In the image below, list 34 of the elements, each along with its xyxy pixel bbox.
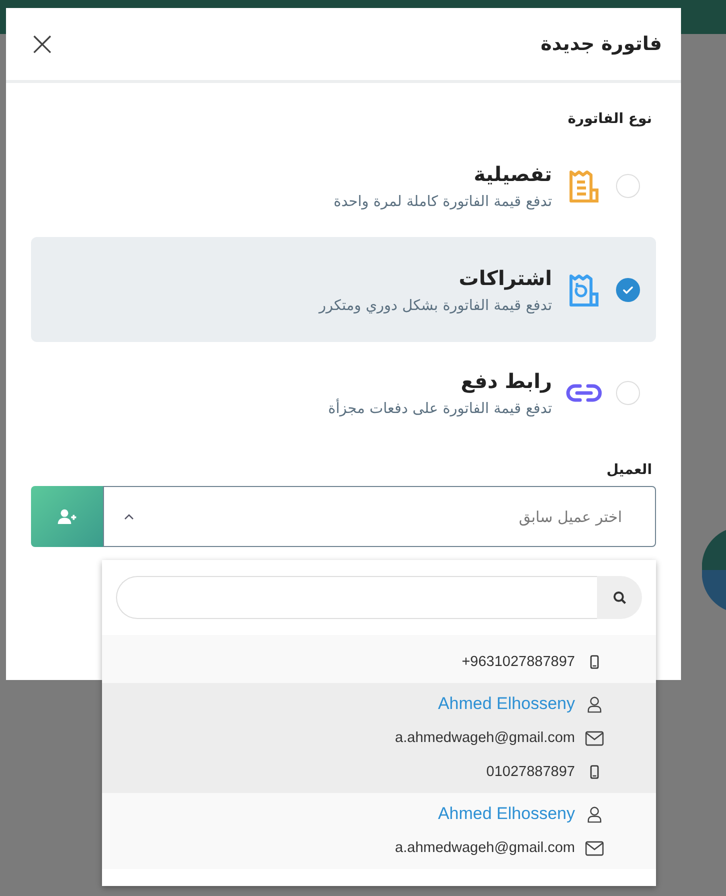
field-label: العميل <box>605 462 653 478</box>
user-icon <box>585 696 604 712</box>
client-name: Ahmed Elhosseny <box>438 694 575 714</box>
envelope-icon <box>585 840 604 856</box>
client-select[interactable]: اختر عميل سابق <box>103 486 656 547</box>
caret-icon <box>124 514 134 520</box>
radio-button[interactable] <box>616 278 640 302</box>
dialog-title: فاتورة جديدة <box>540 33 662 55</box>
option-title: رابط دفع <box>460 369 552 393</box>
add-client-button[interactable] <box>31 486 103 547</box>
client-email: a.ahmedwageh@gmail.com <box>395 840 575 856</box>
search-icon <box>612 590 626 604</box>
option-description: تدفع قيمة الفاتورة على دفعات مجزأة <box>328 401 552 417</box>
search-field[interactable] <box>116 576 597 619</box>
client-list-item[interactable]: Ahmed Elhosseny a.ahmedwageh@gmail.com 01027887897 <box>102 683 656 793</box>
option-title: تفصيلية <box>474 162 552 186</box>
client-name: Ahmed Elhosseny <box>438 804 575 824</box>
option-title: اشتراكات <box>458 266 552 290</box>
client-list-item[interactable]: +9631027887897 <box>102 635 656 683</box>
invoice-type-option[interactable]: رابط دفع تدفع قيمة الفاتورة على دفعات مجزأة <box>31 358 656 428</box>
client-email: a.ahmedwageh@gmail.com <box>395 730 575 746</box>
invoice-type-option[interactable]: تفصيلية تدفع قيمة الفاتورة كاملة لمرة واحدة <box>31 151 656 221</box>
add-user-icon <box>57 508 77 525</box>
client-list-item[interactable]: Ahmed Elhosseny a.ahmedwageh@gmail.com <box>102 793 656 869</box>
field-label: نوع الفاتورة <box>566 111 653 127</box>
client-phone: +9631027887897 <box>462 654 575 670</box>
option-description: تدفع قيمة الفاتورة كاملة لمرة واحدة <box>334 194 552 210</box>
envelope-icon <box>585 730 604 746</box>
client-phone: 01027887897 <box>486 764 575 780</box>
user-icon <box>585 806 604 822</box>
invoice-type-option[interactable]: اشتراكات تدفع قيمة الفاتورة بشكل دوري ومتكرر <box>31 237 656 342</box>
option-description: تدفع قيمة الفاتورة بشكل دوري ومتكرر <box>318 298 552 314</box>
search-button[interactable] <box>597 576 642 619</box>
close-button[interactable]: × <box>28 27 56 61</box>
